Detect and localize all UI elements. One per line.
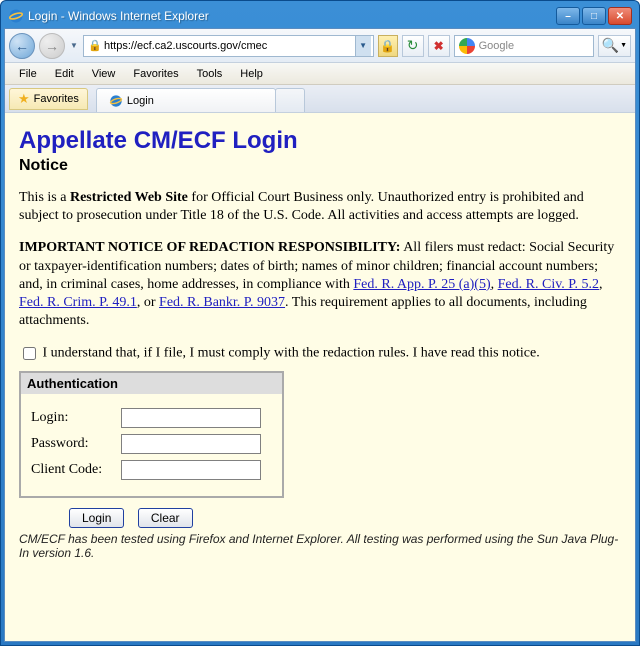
menu-edit[interactable]: Edit	[47, 65, 82, 83]
password-row: Password:	[31, 434, 272, 454]
minimize-button[interactable]: –	[556, 7, 580, 25]
tab-row: ★ Favorites Login	[5, 85, 635, 113]
address-bar[interactable]: 🔒 https://ecf.ca2.uscourts.gov/cmec ▼	[83, 35, 374, 57]
redaction-paragraph: IMPORTANT NOTICE OF REDACTION RESPONSIBI…	[19, 239, 621, 330]
page-content: Appellate CM/ECF Login Notice This is a …	[5, 113, 635, 641]
notice-paragraph: This is a Restricted Web Site for Offici…	[19, 189, 621, 225]
window-frame: Login - Windows Internet Explorer – □ ✕ …	[0, 0, 640, 646]
login-input[interactable]	[121, 408, 261, 428]
auth-body: Login: Password: Client Code:	[21, 394, 282, 496]
star-icon: ★	[18, 91, 30, 107]
login-button[interactable]: Login	[69, 508, 124, 528]
password-label: Password:	[31, 436, 121, 452]
window-title: Login - Windows Internet Explorer	[28, 9, 556, 23]
tab-label: Login	[127, 95, 154, 107]
favorites-label: Favorites	[34, 93, 79, 105]
site-icon: 🔒	[88, 39, 102, 53]
sep1: ,	[491, 277, 498, 292]
menu-bar: File Edit View Favorites Tools Help	[5, 63, 635, 85]
login-label: Login:	[31, 410, 121, 426]
link-fed-r-bankr[interactable]: Fed. R. Bankr. P. 9037	[159, 295, 285, 310]
nav-history-dropdown[interactable]: ▼	[69, 35, 79, 57]
sep2: ,	[599, 277, 603, 292]
client-area: ← → ▼ 🔒 https://ecf.ca2.uscourts.gov/cme…	[4, 28, 636, 642]
link-fed-r-app[interactable]: Fed. R. App. P. 25 (a)(5)	[353, 277, 490, 292]
refresh-icon: ↻	[407, 37, 419, 54]
window-controls: – □ ✕	[556, 7, 632, 25]
footer-note: CM/ECF has been tested using Firefox and…	[19, 532, 621, 560]
notice-text-a: This is a	[19, 190, 70, 205]
auth-header: Authentication	[21, 373, 282, 394]
acknowledge-row: I understand that, if I file, I must com…	[19, 344, 621, 363]
search-placeholder: Google	[479, 40, 514, 52]
client-code-row: Client Code:	[31, 460, 272, 480]
stop-button[interactable]: ✖	[428, 35, 450, 57]
back-button[interactable]: ←	[9, 33, 35, 59]
titlebar: Login - Windows Internet Explorer – □ ✕	[4, 4, 636, 28]
client-code-input[interactable]	[121, 460, 261, 480]
search-box[interactable]: Google	[454, 35, 594, 57]
acknowledge-checkbox[interactable]	[23, 347, 36, 360]
clear-button[interactable]: Clear	[138, 508, 193, 528]
url-text: https://ecf.ca2.uscourts.gov/cmec	[104, 40, 355, 52]
forward-button[interactable]: →	[39, 33, 65, 59]
link-fed-r-civ[interactable]: Fed. R. Civ. P. 5.2	[498, 277, 599, 292]
address-toolbar: ← → ▼ 🔒 https://ecf.ca2.uscourts.gov/cme…	[5, 29, 635, 63]
restricted-bold: Restricted Web Site	[70, 190, 188, 205]
login-row: Login:	[31, 408, 272, 428]
sep3: , or	[137, 295, 159, 310]
refresh-button[interactable]: ↻	[402, 35, 424, 57]
security-lock-icon[interactable]: 🔒	[378, 35, 398, 57]
menu-help[interactable]: Help	[232, 65, 271, 83]
page-title: Appellate CM/ECF Login	[19, 127, 621, 155]
auth-box: Authentication Login: Password: Client C…	[19, 371, 284, 498]
password-input[interactable]	[121, 434, 261, 454]
menu-file[interactable]: File	[11, 65, 45, 83]
menu-view[interactable]: View	[84, 65, 124, 83]
page-subtitle: Notice	[19, 157, 621, 175]
acknowledge-label: I understand that, if I file, I must com…	[43, 346, 540, 361]
ie-tab-icon	[109, 94, 123, 108]
favorites-button[interactable]: ★ Favorites	[9, 88, 88, 110]
ie-icon	[8, 8, 24, 24]
close-button[interactable]: ✕	[608, 7, 632, 25]
tab-login[interactable]: Login	[96, 88, 276, 112]
link-fed-r-crim[interactable]: Fed. R. Crim. P. 49.1	[19, 295, 137, 310]
menu-tools[interactable]: Tools	[189, 65, 231, 83]
redaction-bold: IMPORTANT NOTICE OF REDACTION RESPONSIBI…	[19, 240, 400, 255]
menu-favorites[interactable]: Favorites	[125, 65, 186, 83]
stop-icon: ✖	[434, 39, 444, 53]
maximize-button[interactable]: □	[582, 7, 606, 25]
client-code-label: Client Code:	[31, 462, 121, 478]
search-icon: 🔍	[602, 37, 619, 54]
button-row: Login Clear	[19, 508, 621, 528]
new-tab-button[interactable]	[275, 88, 305, 112]
chevron-down-icon: ▼	[620, 42, 627, 49]
search-button[interactable]: 🔍▼	[598, 35, 631, 57]
google-icon	[459, 38, 475, 54]
url-dropdown-icon[interactable]: ▼	[355, 36, 371, 56]
